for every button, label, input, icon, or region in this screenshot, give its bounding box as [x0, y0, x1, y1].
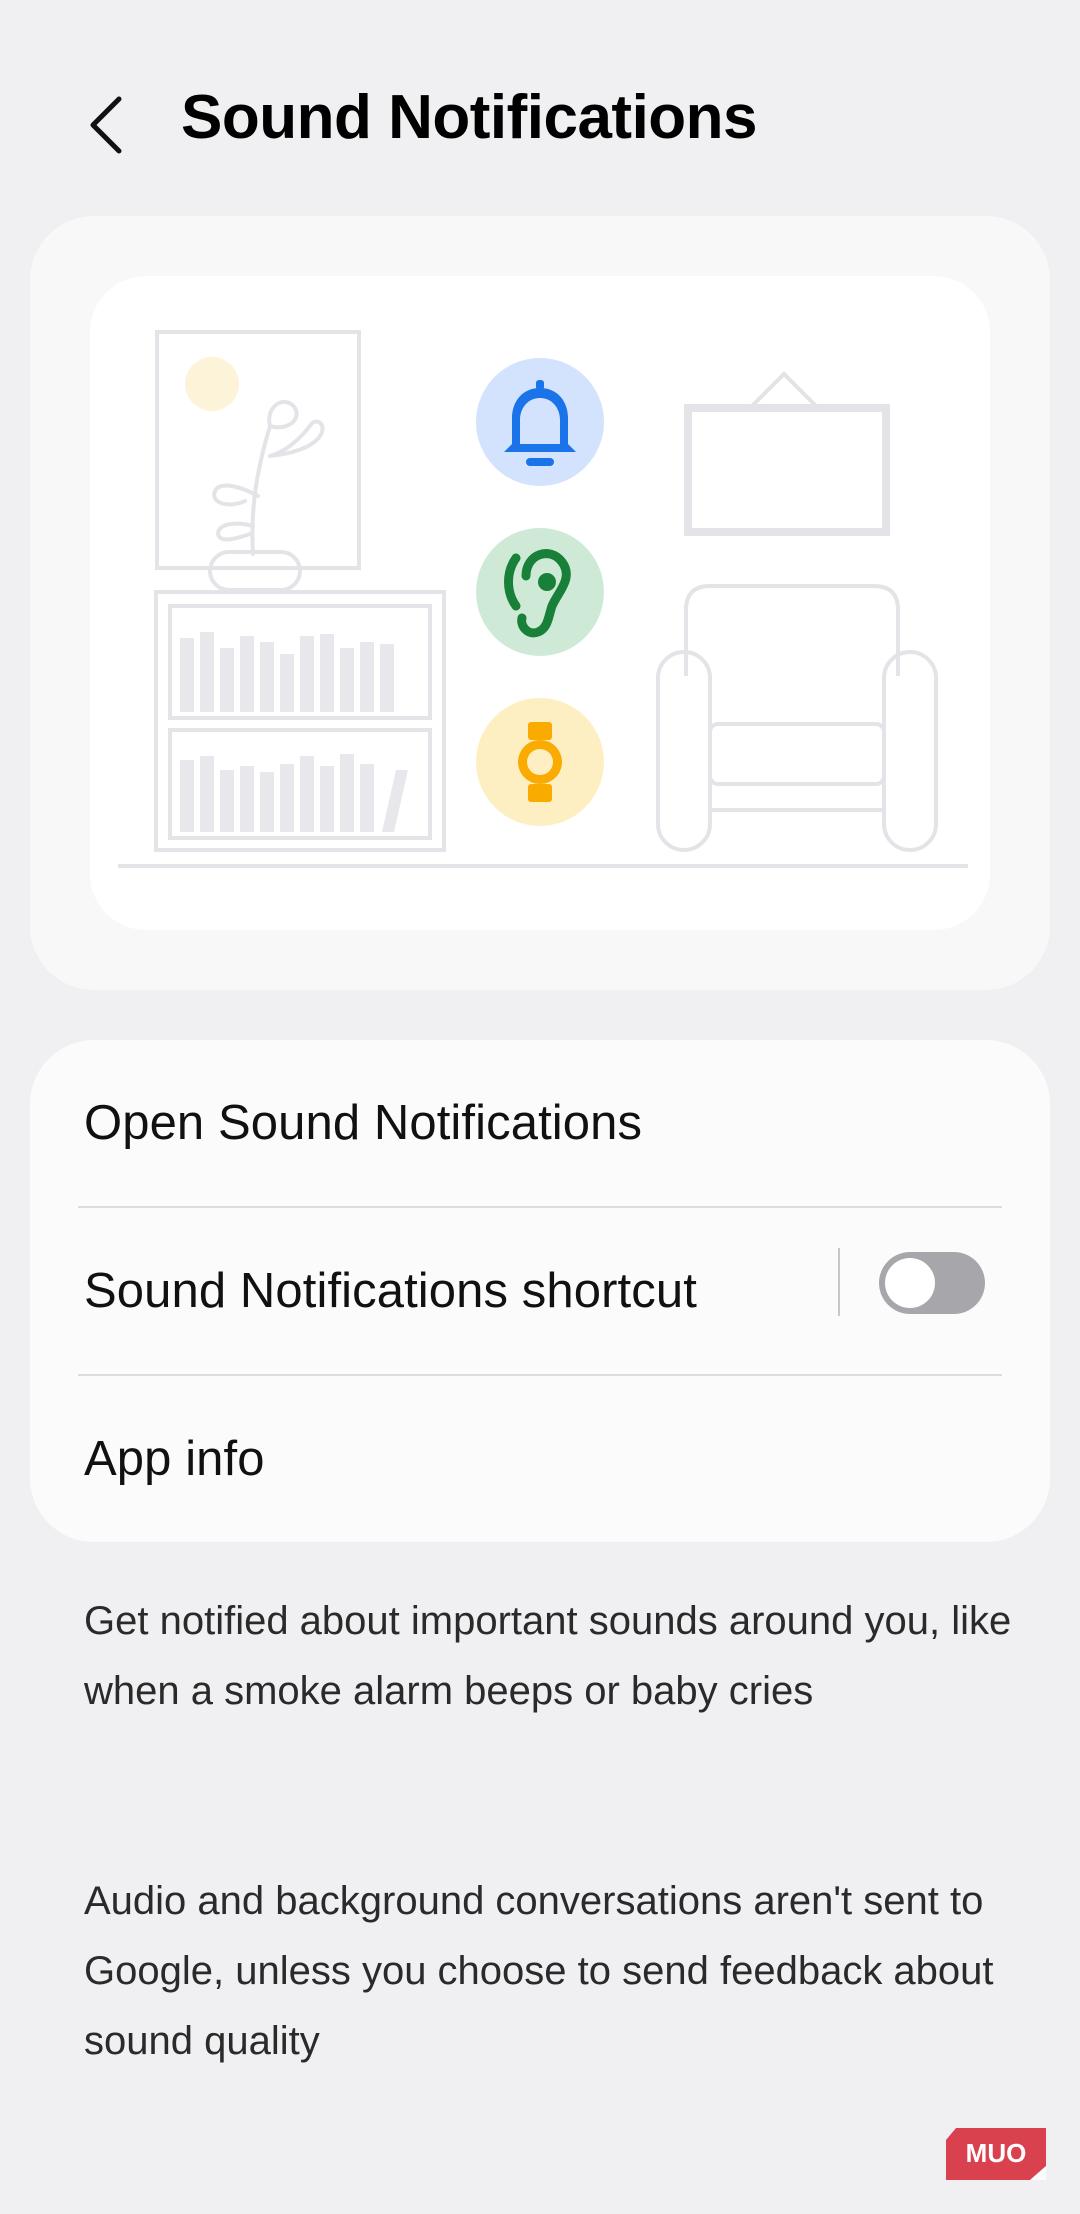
page-title: Sound Notifications — [181, 83, 758, 152]
shortcut-toggle[interactable] — [879, 1252, 985, 1314]
shortcut-row[interactable]: Sound Notifications shortcut — [30, 1208, 1050, 1374]
open-sound-notifications-row[interactable]: Open Sound Notifications — [30, 1040, 1050, 1206]
illustration — [90, 276, 990, 930]
back-button[interactable] — [72, 80, 142, 170]
row-separator — [838, 1248, 840, 1316]
open-sound-notifications-label: Open Sound Notifications — [84, 1096, 643, 1150]
description-notified: Get notified about important sounds arou… — [84, 1599, 1012, 1713]
illustration-card — [30, 216, 1050, 990]
living-room-illustration — [118, 330, 968, 868]
chevron-left-icon — [90, 96, 122, 154]
description-privacy: Audio and background conversations aren'… — [84, 1879, 994, 2063]
app-info-label: App info — [84, 1432, 265, 1486]
settings-card: Open Sound Notifications Sound Notificat… — [30, 1040, 1050, 1542]
top-app-bar: Sound Notifications — [0, 0, 1080, 210]
muo-watermark: MUO — [944, 2126, 1048, 2182]
toggle-knob — [885, 1258, 935, 1308]
app-screen: Sound Notifications Open Sound Notificat… — [0, 0, 1080, 2214]
watermark-text: MUO — [966, 2138, 1027, 2168]
app-info-row[interactable]: App info — [30, 1376, 1050, 1542]
shortcut-label: Sound Notifications shortcut — [84, 1264, 697, 1318]
